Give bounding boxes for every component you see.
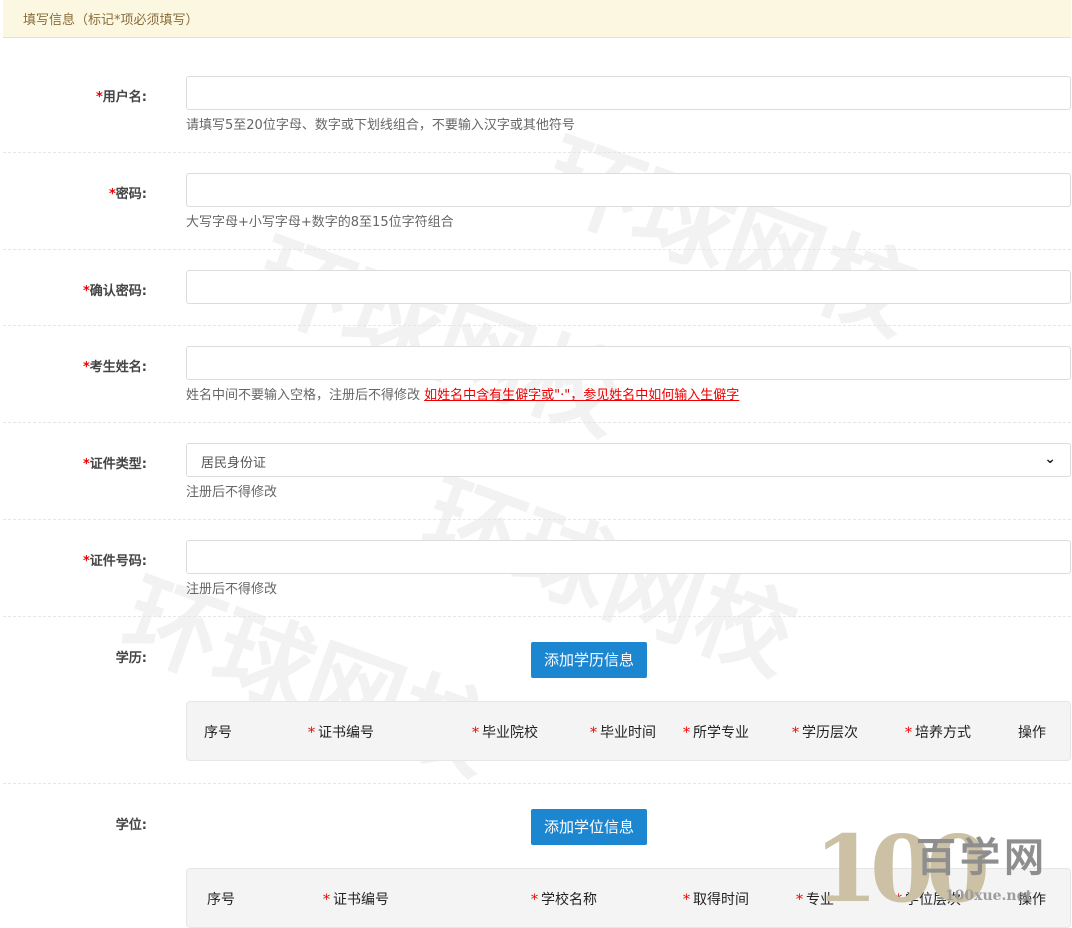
confirm-password-input[interactable]: [186, 270, 1071, 304]
info-banner: 填写信息（标记*项必须填写）: [3, 0, 1071, 38]
field-label: *考生姓名:: [82, 360, 147, 375]
field-label: *确认密码:: [82, 284, 147, 299]
column-header: * 毕业时间: [590, 725, 656, 741]
field-hint: 注册后不得修改: [186, 582, 278, 597]
column-header: * 培养方式: [905, 725, 971, 741]
column-header: 序号: [207, 892, 235, 908]
column-header: * 取得时间: [683, 892, 749, 908]
logo-name: 百学网: [916, 835, 1048, 881]
form-row-confirm-password: *确认密码:: [3, 250, 1071, 326]
name-input[interactable]: [186, 346, 1071, 380]
corner-logo: 100 百学网 .100xue.net: [814, 815, 1064, 923]
column-header: * 证书编号: [308, 725, 374, 741]
column-header: * 学历层次: [792, 725, 858, 741]
field-hint: 姓名中间不要输入空格，注册后不得修改 如姓名中含有生僻字或"·"，参见姓名中如何…: [186, 388, 740, 403]
username-input[interactable]: [186, 76, 1071, 110]
column-header: 操作: [1018, 725, 1046, 741]
add-education-button[interactable]: 添加学历信息: [531, 642, 648, 678]
field-label: 学历:: [115, 651, 147, 666]
password-input[interactable]: [186, 173, 1071, 207]
field-hint: 请填写5至20位字母、数字或下划线组合，不要输入汉字或其他符号: [186, 118, 575, 133]
form-row-username: *用户名: 请填写5至20位字母、数字或下划线组合，不要输入汉字或其他符号: [3, 56, 1071, 153]
required-mark: *: [82, 360, 90, 375]
required-mark: *: [108, 187, 116, 202]
field-label: 学位:: [115, 818, 147, 833]
field-label: *密码:: [108, 187, 147, 202]
required-mark: *: [95, 90, 103, 105]
column-header: 序号: [204, 725, 232, 741]
form-row-password: *密码: 大写字母+小写字母+数字的8至15位字符组合: [3, 153, 1071, 250]
form-row-id-number: *证件号码: 注册后不得修改: [3, 520, 1071, 617]
id-type-select[interactable]: 居民身份证 ⌄: [186, 443, 1071, 477]
add-degree-button[interactable]: 添加学位信息: [531, 809, 648, 845]
banner-text: 填写信息（标记*项必须填写）: [23, 13, 199, 28]
education-table-header: 序号 * 证书编号 * 毕业院校 * 毕业时间 * 所学专业 * 学历层次 * 培养方式 操…: [186, 701, 1071, 761]
required-mark: *: [82, 457, 90, 472]
logo-url: .100xue.net: [940, 888, 1032, 904]
select-value: 居民身份证: [201, 456, 267, 471]
form-row-id-type: *证件类型: 居民身份证 ⌄ 注册后不得修改: [3, 423, 1071, 520]
column-header: * 所学专业: [683, 725, 749, 741]
id-number-input[interactable]: [186, 540, 1071, 574]
form-row-name: *考生姓名: 姓名中间不要输入空格，注册后不得修改 如姓名中含有生僻字或"·"，…: [3, 326, 1071, 423]
column-header: * 学校名称: [531, 892, 597, 908]
column-header: * 证书编号: [323, 892, 389, 908]
field-label: *用户名:: [95, 90, 147, 105]
field-label: *证件类型:: [82, 457, 147, 472]
chevron-down-icon: ⌄: [1044, 451, 1056, 467]
column-header: * 毕业院校: [472, 725, 538, 741]
rare-character-help-link[interactable]: 如姓名中含有生僻字或"·"，参见姓名中如何输入生僻字: [424, 388, 739, 403]
required-mark: *: [82, 284, 90, 299]
field-hint: 大写字母+小写字母+数字的8至15位字符组合: [186, 215, 454, 230]
required-mark: *: [82, 554, 90, 569]
field-label: *证件号码:: [82, 554, 147, 569]
field-hint: 注册后不得修改: [186, 485, 278, 500]
